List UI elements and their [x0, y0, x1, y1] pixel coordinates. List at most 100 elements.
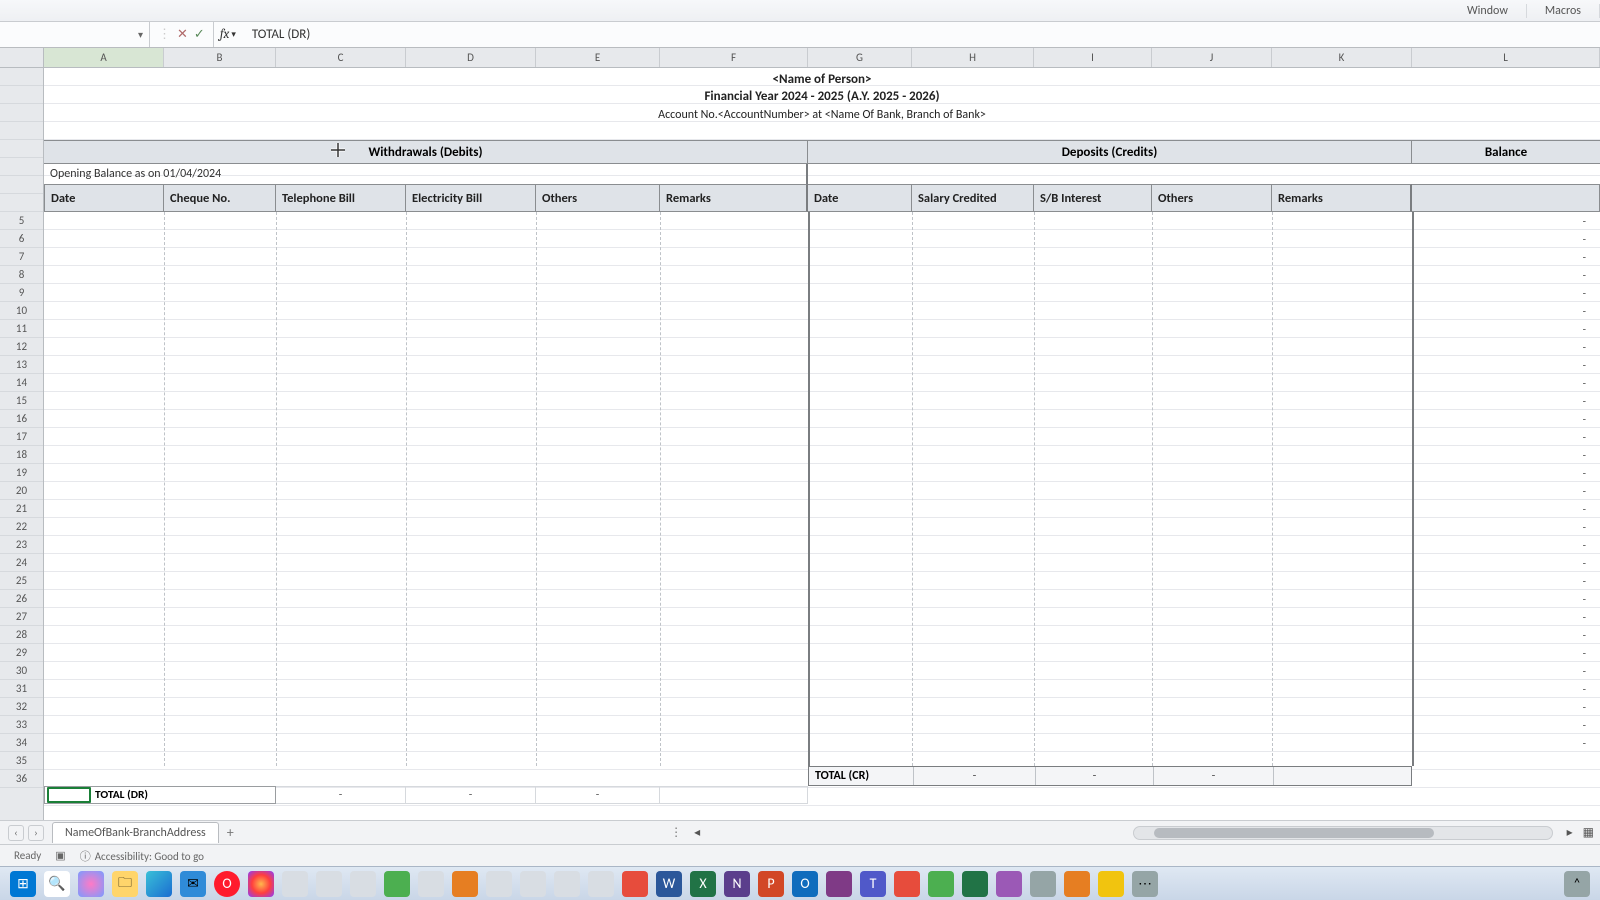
row-header[interactable]: 14: [0, 374, 43, 392]
scroll-right-icon[interactable]: ▸: [1563, 825, 1577, 840]
row-header[interactable]: 24: [0, 554, 43, 572]
ribbon-group-macros[interactable]: Macros: [1527, 4, 1600, 18]
view-grid-icon[interactable]: ▦: [1577, 825, 1600, 840]
add-sheet-icon[interactable]: +: [219, 824, 242, 841]
excel-icon[interactable]: X: [690, 871, 716, 897]
col-header-F[interactable]: F: [660, 48, 808, 67]
row-header[interactable]: 20: [0, 482, 43, 500]
app-icon[interactable]: [554, 871, 580, 897]
col-header-G[interactable]: G: [808, 48, 912, 67]
chevron-up-icon[interactable]: ˄: [1564, 871, 1590, 897]
cancel-icon[interactable]: ✕: [177, 27, 188, 42]
scroll-left-icon[interactable]: ◂: [690, 825, 704, 840]
row-header[interactable]: 7: [0, 248, 43, 266]
column-headers[interactable]: A B C D E F G H I J K L: [0, 48, 1600, 68]
app-icon[interactable]: [928, 871, 954, 897]
row-header[interactable]: 32: [0, 698, 43, 716]
copilot-icon[interactable]: [78, 871, 104, 897]
app-icon[interactable]: [1030, 871, 1056, 897]
start-button-icon[interactable]: ⊞: [10, 871, 36, 897]
mail-icon[interactable]: ✉: [180, 871, 206, 897]
app-icon[interactable]: [316, 871, 342, 897]
row-header[interactable]: 15: [0, 392, 43, 410]
enter-icon[interactable]: ✓: [194, 27, 205, 42]
horizontal-scrollbar[interactable]: [1133, 826, 1553, 840]
app-icon[interactable]: [350, 871, 376, 897]
tab-prev-icon[interactable]: ‹: [8, 825, 24, 841]
overflow-icon[interactable]: ⋯: [1132, 871, 1158, 897]
row-header[interactable]: 27: [0, 608, 43, 626]
row-header[interactable]: 6: [0, 230, 43, 248]
row-header[interactable]: 30: [0, 662, 43, 680]
row-header[interactable]: 8: [0, 266, 43, 284]
teams-icon[interactable]: T: [860, 871, 886, 897]
ribbon-group-window[interactable]: Window: [1449, 4, 1527, 18]
row-header[interactable]: 13: [0, 356, 43, 374]
worksheet[interactable]: <Name of Person> Financial Year 2024 - 2…: [44, 68, 1600, 820]
col-header-E[interactable]: E: [536, 48, 660, 67]
chevron-down-icon[interactable]: ▾: [138, 28, 143, 41]
row-header[interactable]: 28: [0, 626, 43, 644]
row-header[interactable]: 23: [0, 536, 43, 554]
app-icon[interactable]: [622, 871, 648, 897]
app-icon[interactable]: [486, 871, 512, 897]
row-header[interactable]: 9: [0, 284, 43, 302]
horizontal-scrollbar-thumb[interactable]: [1154, 828, 1434, 838]
col-header-A[interactable]: A: [44, 48, 164, 67]
onenote-icon[interactable]: N: [724, 871, 750, 897]
row-header[interactable]: 26: [0, 590, 43, 608]
col-header-I[interactable]: I: [1034, 48, 1152, 67]
app-icon[interactable]: [962, 871, 988, 897]
col-header-C[interactable]: C: [276, 48, 406, 67]
app-icon[interactable]: [418, 871, 444, 897]
status-accessibility[interactable]: ⓘAccessibility: Good to go: [80, 848, 204, 864]
select-all-corner[interactable]: [0, 48, 44, 67]
app-icon[interactable]: [384, 871, 410, 897]
app-icon[interactable]: [894, 871, 920, 897]
app-icon[interactable]: [826, 871, 852, 897]
col-header-K[interactable]: K: [1272, 48, 1412, 67]
row-header[interactable]: 5: [0, 212, 43, 230]
row-header[interactable]: 29: [0, 644, 43, 662]
col-header-B[interactable]: B: [164, 48, 276, 67]
tab-next-icon[interactable]: ›: [28, 825, 44, 841]
row-header[interactable]: 16: [0, 410, 43, 428]
row-header[interactable]: 12: [0, 338, 43, 356]
powerpoint-icon[interactable]: P: [758, 871, 784, 897]
firefox-icon[interactable]: [248, 871, 274, 897]
row-header[interactable]: 35: [0, 752, 43, 770]
row-header[interactable]: 34: [0, 734, 43, 752]
col-header-L[interactable]: L: [1412, 48, 1600, 67]
row-header[interactable]: 19: [0, 464, 43, 482]
search-icon[interactable]: 🔍: [44, 871, 70, 897]
row-header[interactable]: 25: [0, 572, 43, 590]
table-body[interactable]: ------------------------------: [44, 212, 1600, 766]
row-header[interactable]: 17: [0, 428, 43, 446]
row-header[interactable]: 22: [0, 518, 43, 536]
col-header-H[interactable]: H: [912, 48, 1034, 67]
row-headers[interactable]: 5678910111213141516171819202122232425262…: [0, 68, 44, 820]
col-header-D[interactable]: D: [406, 48, 536, 67]
col-header-J[interactable]: J: [1152, 48, 1272, 67]
sheet-tab[interactable]: NameOfBank-BranchAddress: [52, 822, 219, 843]
app-icon[interactable]: [996, 871, 1022, 897]
app-icon[interactable]: [1098, 871, 1124, 897]
app-icon[interactable]: [520, 871, 546, 897]
app-icon[interactable]: [588, 871, 614, 897]
app-icon[interactable]: [452, 871, 478, 897]
row-header[interactable]: 21: [0, 500, 43, 518]
row-header[interactable]: 18: [0, 446, 43, 464]
row-header[interactable]: 36: [0, 770, 43, 788]
fx-button[interactable]: fx ▾: [214, 27, 242, 42]
word-icon[interactable]: W: [656, 871, 682, 897]
tab-options-icon[interactable]: ⋮: [670, 825, 690, 840]
row-header[interactable]: 10: [0, 302, 43, 320]
outlook-icon[interactable]: O: [792, 871, 818, 897]
status-record-icon[interactable]: ▣: [55, 849, 65, 862]
formula-input[interactable]: TOTAL (DR): [242, 27, 1600, 42]
row-header[interactable]: 33: [0, 716, 43, 734]
opera-icon[interactable]: O: [214, 871, 240, 897]
row-header[interactable]: 31: [0, 680, 43, 698]
windows-taskbar[interactable]: ⊞ 🔍 🗀 ✉ O W X N P O T ⋯ ˄: [0, 866, 1600, 900]
file-explorer-icon[interactable]: 🗀: [112, 871, 138, 897]
